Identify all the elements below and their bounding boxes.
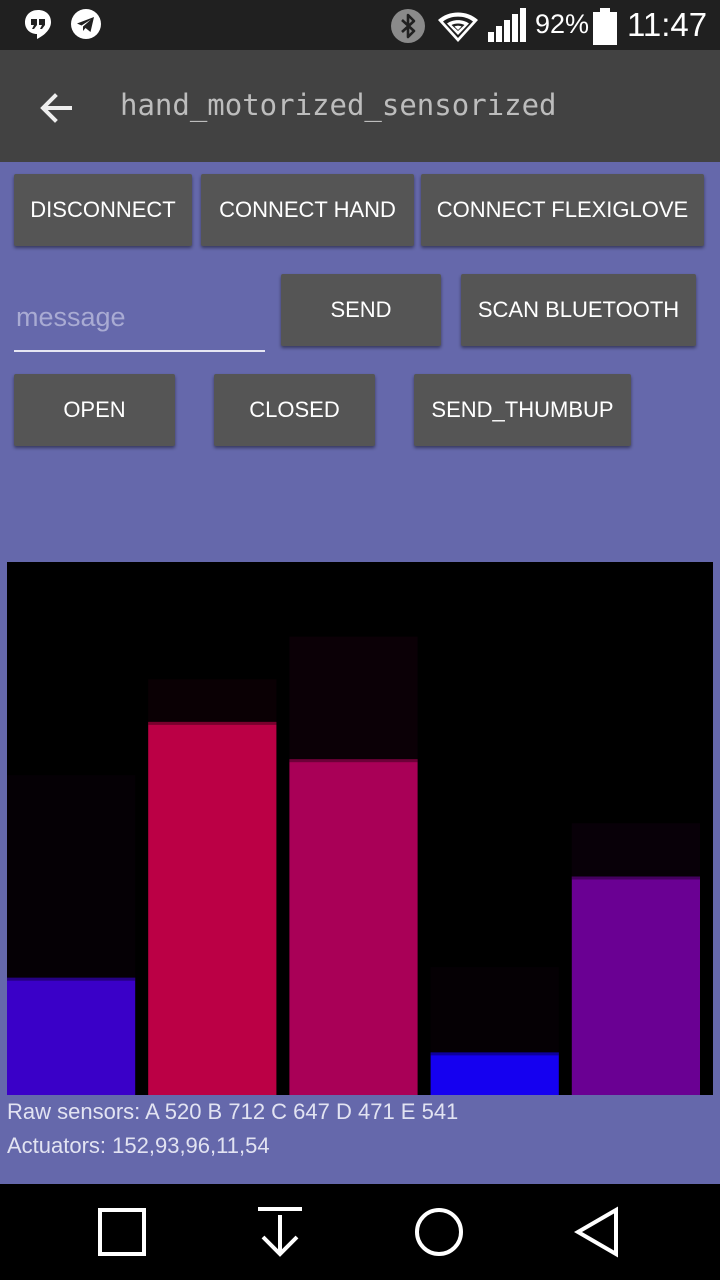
sensor-bar-edge-2 (148, 721, 277, 725)
disconnect-button[interactable]: DISCONNECT (14, 174, 192, 246)
hangouts-icon (25, 10, 51, 39)
clock: 11:47 (627, 6, 708, 43)
navigation-bar (0, 1184, 720, 1280)
status-bar: 92% 11:47 (0, 0, 720, 50)
sensor-bar-edge-4 (430, 1052, 559, 1056)
connect-flexiglove-button[interactable]: CONNECT FLEXIGLOVE (421, 174, 704, 246)
connect-hand-button[interactable]: CONNECT HAND (201, 174, 414, 246)
sensor-bar-edge-1 (7, 977, 136, 981)
sensor-bar-2 (148, 721, 277, 1095)
sensor-bar-edge-5 (571, 876, 700, 880)
wifi-icon (438, 12, 478, 42)
sensor-bar-1 (7, 977, 136, 1095)
closed-button[interactable]: CLOSED (214, 374, 375, 446)
sensor-bar-4 (430, 1052, 559, 1095)
open-button[interactable]: OPEN (14, 374, 175, 446)
actuators-readout: Actuators: 152,93,96,11,54 (7, 1133, 270, 1158)
scan-bluetooth-button[interactable]: SCAN BLUETOOTH (461, 274, 696, 346)
sensor-bar-5 (571, 876, 700, 1095)
telegram-icon (71, 9, 101, 39)
back-icon[interactable] (572, 1206, 624, 1258)
bluetooth-icon (391, 9, 425, 43)
battery-percentage: 92% (535, 9, 590, 39)
message-input[interactable] (14, 280, 265, 352)
send-button[interactable]: SEND (281, 274, 441, 346)
raw-sensors-readout: Raw sensors: A 520 B 712 C 647 D 471 E 5… (7, 1099, 459, 1124)
battery-icon (593, 8, 617, 45)
recents-icon[interactable] (96, 1206, 148, 1258)
sensor-bar-chart (7, 562, 713, 1095)
notifications-down-icon[interactable] (254, 1206, 306, 1258)
back-arrow-icon[interactable] (34, 86, 78, 130)
app-toolbar: hand_motorized_sensorized (0, 50, 720, 162)
main-content: DISCONNECT CONNECT HAND CONNECT FLEXIGLO… (0, 162, 720, 1184)
home-icon[interactable] (413, 1206, 465, 1258)
sensor-bar-3 (289, 759, 418, 1095)
signal-icon (488, 8, 526, 42)
sensor-bar-edge-3 (289, 759, 418, 763)
page-title: hand_motorized_sensorized (120, 88, 557, 122)
send-thumbup-button[interactable]: SEND_THUMBUP (414, 374, 631, 446)
